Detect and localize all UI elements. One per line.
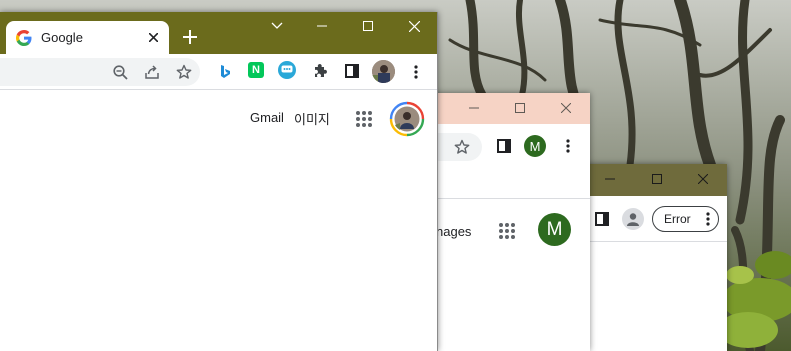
- side-panel-button[interactable]: [342, 61, 362, 81]
- close-icon: [561, 103, 571, 113]
- zoom-icon: [112, 64, 128, 80]
- more-vert-icon: [566, 139, 570, 153]
- close-icon: [408, 20, 420, 32]
- extension-naver-label: N: [252, 64, 260, 76]
- google-homepage: Gmail 이미지: [0, 91, 437, 351]
- tab-google[interactable]: Google: [6, 21, 169, 54]
- person-icon: [627, 213, 639, 226]
- puzzle-icon: [315, 64, 327, 77]
- bookmark-button[interactable]: [174, 62, 194, 82]
- menu-button[interactable]: [406, 62, 426, 82]
- account-initial: M: [546, 218, 563, 240]
- zoom-button[interactable]: [110, 62, 130, 82]
- minimize-icon: [317, 25, 327, 27]
- google-g-icon: [16, 30, 32, 46]
- minimize-icon: [469, 107, 479, 109]
- profile-avatar-button[interactable]: M: [524, 135, 546, 157]
- extension-naver-button[interactable]: N: [248, 62, 264, 78]
- menu-button[interactable]: [558, 136, 578, 156]
- account-ring-avatar: [389, 101, 425, 137]
- plus-icon: [183, 30, 197, 44]
- toolbar: N: [0, 54, 437, 90]
- browser-window-middle[interactable]: M nages M: [430, 93, 590, 351]
- images-link[interactable]: 이미지: [294, 109, 330, 128]
- maximize-button[interactable]: [348, 12, 388, 40]
- side-panel-icon: [497, 139, 511, 153]
- tab-search-button[interactable]: [257, 12, 297, 40]
- tab-title: Google: [41, 30, 83, 45]
- maximize-button[interactable]: [637, 165, 677, 193]
- tab-strip[interactable]: Google: [0, 12, 437, 54]
- google-apps-button[interactable]: [353, 108, 375, 130]
- maximize-icon: [652, 174, 662, 184]
- account-avatar[interactable]: [389, 101, 425, 137]
- account-avatar-button[interactable]: M: [538, 213, 571, 246]
- minimize-button[interactable]: [454, 94, 494, 122]
- extension-bing-icon: [221, 65, 230, 78]
- browser-window-back[interactable]: Error: [584, 164, 727, 351]
- error-chip-label: Error: [664, 212, 691, 226]
- gmail-link[interactable]: Gmail: [250, 110, 284, 125]
- extensions-button[interactable]: [310, 61, 330, 81]
- close-button[interactable]: [683, 165, 723, 193]
- title-bar[interactable]: [430, 93, 590, 124]
- new-tab-button[interactable]: [178, 25, 202, 49]
- page-content: [584, 243, 727, 351]
- profile-button[interactable]: [622, 208, 644, 230]
- extension-bing-button[interactable]: [215, 62, 235, 82]
- title-bar[interactable]: [584, 164, 727, 196]
- apps-grid-icon: [499, 223, 515, 239]
- profile-photo: [372, 60, 395, 83]
- profile-initial: M: [529, 138, 541, 154]
- side-panel-button[interactable]: [592, 209, 612, 229]
- apps-grid-icon: [356, 111, 372, 127]
- share-icon: [145, 65, 159, 79]
- minimize-button[interactable]: [302, 12, 342, 40]
- more-vert-icon: [706, 212, 710, 226]
- close-button[interactable]: [394, 12, 434, 40]
- browser-window-front[interactable]: Google N Gmail 이미지: [0, 12, 438, 351]
- minimize-button[interactable]: [590, 165, 630, 193]
- maximize-button[interactable]: [500, 94, 540, 122]
- maximize-icon: [363, 21, 373, 31]
- minimize-icon: [605, 178, 615, 180]
- bookmark-star-icon: [176, 64, 192, 79]
- maximize-icon: [515, 103, 525, 113]
- chevron-down-icon: [271, 22, 283, 29]
- share-button[interactable]: [142, 62, 162, 82]
- bookmarks-bar: [430, 169, 590, 199]
- close-icon: [148, 32, 158, 42]
- error-chip[interactable]: Error: [652, 206, 719, 232]
- toolbar: Error: [584, 196, 727, 242]
- bookmark-button[interactable]: [452, 137, 472, 157]
- google-apps-button[interactable]: [496, 220, 518, 242]
- favicon: [16, 30, 32, 46]
- close-icon: [698, 174, 708, 184]
- tab-close-button[interactable]: [145, 29, 161, 45]
- extension-chat-icon: [281, 65, 293, 73]
- toolbar: M: [430, 124, 590, 169]
- address-bar[interactable]: [0, 58, 200, 86]
- side-panel-button[interactable]: [494, 136, 514, 156]
- images-link[interactable]: nages: [436, 224, 471, 239]
- close-button[interactable]: [546, 94, 586, 122]
- page-content: nages M: [430, 200, 590, 351]
- bookmark-star-icon: [454, 139, 470, 154]
- more-vert-icon: [414, 65, 418, 79]
- side-panel-icon: [345, 64, 359, 78]
- side-panel-icon: [595, 212, 609, 226]
- extension-chat-button[interactable]: [278, 61, 296, 79]
- profile-avatar[interactable]: [372, 60, 395, 83]
